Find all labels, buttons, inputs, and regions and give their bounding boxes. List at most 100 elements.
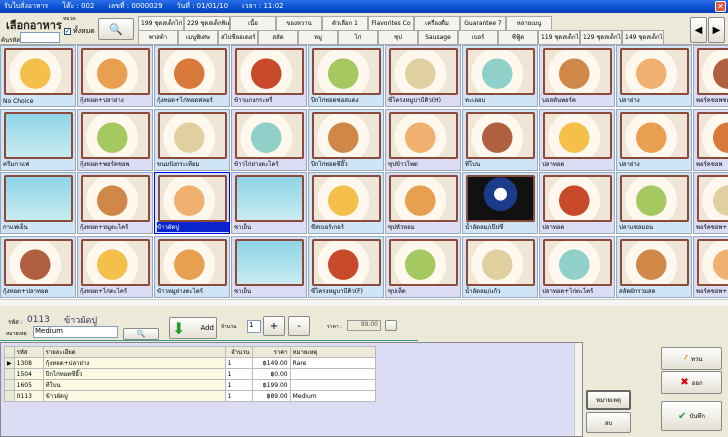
add-button[interactable]: ⬇ Add [169,317,217,339]
qty-input[interactable]: 1 [247,320,261,333]
tab-category[interactable]: Guarantee 7 [460,16,506,30]
qty-minus-button[interactable]: - [288,316,310,336]
menu-item-label: ซี่โครงหมูบาบีคิว(F) [311,287,363,295]
menu-item[interactable]: สลัดผักรวมสด [616,235,692,298]
menu-item[interactable]: ซี่โครงหมูบาบีคิว(H) [385,45,461,107]
menu-item[interactable]: ซุปข้าวโพด [385,108,461,171]
tab-category[interactable]: ของหวาน [276,16,322,30]
col-code[interactable]: รหัส [13,346,44,358]
tab-category[interactable]: สไปซี่ออเดอร์ [218,30,258,44]
price-button[interactable] [385,320,397,331]
tab-category[interactable]: เมนูพิเศษ [178,30,218,44]
menu-item[interactable]: ซุปหัวหอม [385,172,461,234]
search-button[interactable]: 🔍 [98,18,134,40]
grid-scrollbar[interactable] [0,299,728,306]
menu-item[interactable]: ข้าวแกงกระหรี่ [231,45,307,107]
menu-item[interactable]: ปลาทอด+ไก่ตะไคร้ [539,235,615,298]
tab-category[interactable]: ซุป [378,30,418,44]
menu-item[interactable]: ชาเย็น [231,235,307,298]
col-detail[interactable]: รายละเอียด [42,346,226,358]
menu-item[interactable]: ปลาแซลมอน [616,172,692,234]
menu-item[interactable]: ข้าวหมูย่างตะไคร้ [154,235,230,298]
table-row[interactable]: 1605 ทีโบน 1 ฿199.00 [4,379,376,391]
tab-category[interactable]: หมู [298,30,338,44]
menu-item[interactable]: พอร์คชอพ+ [693,172,728,234]
menu-item[interactable]: ปลาย่าง [616,45,692,107]
col-price[interactable]: ราคา [251,346,291,358]
menu-item[interactable]: กุ้งทอด+ปลาทอด [0,235,76,298]
menu-item[interactable]: พอร์คชอพซอส [693,45,728,107]
tab-category[interactable]: ตัวเลือก 1 [322,16,368,30]
note-search-button[interactable]: 🔍 [123,328,159,340]
save-button[interactable]: ✔ บันทึก [661,401,722,431]
table-row[interactable]: ▶ 1308 กุ้งทอด+ปลาย่าง 1 ฿149.00 Rare [4,357,376,369]
menu-item[interactable]: ชีสเบอร์เกอร์ [308,172,384,234]
tab-category[interactable]: 119 ชุดสเต็กไก่ [538,30,580,44]
tab-category[interactable]: สลัด [258,30,298,44]
menu-item[interactable]: ข้าวไก่ย่างตะไคร้ [231,108,307,171]
menu-item[interactable]: น้ำอัดลม/แก้ว [462,235,538,298]
row-selector[interactable]: ▶ [4,357,15,369]
food-image [312,111,381,159]
table-scrollbar[interactable] [574,343,582,436]
menu-item[interactable]: กาแฟเย็น [0,172,76,234]
menu-item[interactable]: ทีโบน [462,108,538,171]
table-row[interactable]: 0113 ข้าวผัดปู 1 ฿89.00 Medium [4,390,376,402]
row-selector[interactable] [4,379,15,391]
menu-item[interactable]: กุ้งทอด+ปลาย่าง [77,45,153,107]
tab-category[interactable]: หลายเมนู [506,16,552,30]
all-checkbox[interactable]: ✓ ทั้งหมด [64,26,95,37]
tab-category[interactable]: 129 ชุดสเต็กไก่ [580,30,622,44]
menu-item[interactable]: พอร์คชอพ+ [693,235,728,298]
menu-item[interactable]: ปีกไก่ทอดซีอิ๊ว [308,108,384,171]
menu-item[interactable]: ซุปเห็ด [385,235,461,298]
tab-category[interactable]: เบอร์ [458,30,498,44]
exit-button[interactable]: ✖ ออก [661,371,722,394]
col-qty[interactable]: จำนวน [224,346,253,358]
menu-item[interactable]: ข้าวผัดปู [154,172,230,234]
search-input[interactable] [20,32,60,43]
delete-button[interactable]: ลบ [586,412,631,433]
menu-item[interactable]: กุ้งทอด+ไก่ตะไคร้ [77,235,153,298]
menu-item-label: พอร์คชอพซอส [696,97,728,104]
menu-item[interactable]: พอร์คชอพ [693,108,728,171]
food-image [697,175,728,222]
tab-category[interactable]: เนื้อ [230,16,276,30]
table-row[interactable]: 1504 ปีกไก่ทอดซีอิ๊ว 1 ฿0.00 [4,368,376,380]
row-selector[interactable] [4,368,15,380]
review-button[interactable]: 📝 ทวน [661,347,722,370]
tab-category[interactable]: 149 ชุดสเต็กไก่ [622,30,664,44]
menu-item[interactable]: ปีกไก่ทอดซอสแดง [308,45,384,107]
close-button[interactable]: ✕ [715,1,726,12]
tab-next-button[interactable]: ▶ [708,17,725,43]
row-selector[interactable] [4,390,15,402]
tab-category[interactable]: 199 ชุดสเต็กไก่ [138,16,184,30]
tab-prev-button[interactable]: ◀ [690,17,707,43]
tab-category[interactable]: พาสต้า [138,30,178,44]
menu-item[interactable]: กุ้งทอด+หมูตะไคร้ [77,172,153,234]
col-note[interactable]: หมายเหตุ [289,346,376,358]
tab-category[interactable]: Flavorites Co [368,16,414,30]
tab-category[interactable]: ไก่ [338,30,378,44]
menu-item[interactable]: ปลาย่าง [616,108,692,171]
menu-item[interactable]: ปลาทอด [539,172,615,234]
qty-plus-button[interactable]: + [263,316,285,336]
tab-category[interactable]: ซีฟู้ด [498,30,538,44]
menu-item[interactable]: ซี่โครงหมูบาบีคิว(F) [308,235,384,298]
menu-item[interactable]: กุ้งทอด+ไก่ทอดฟลอร์ [154,45,230,107]
tab-category[interactable]: Sausage [418,30,458,44]
food-image [620,175,689,222]
note-input[interactable]: Medium [33,326,118,338]
menu-item[interactable]: No Choice [0,45,76,107]
menu-item[interactable]: ทะเลอบ [462,45,538,107]
menu-item[interactable]: บอสตันพอร์ค [539,45,615,107]
menu-item[interactable]: กุ้งทอด+พอร์คชอพ [77,108,153,171]
menu-item[interactable]: ปลาทอด [539,108,615,171]
menu-item[interactable]: น้ำอัดลม/เป๊ปซี่ [462,172,538,234]
note-button[interactable]: หมายเหตุ [586,390,631,410]
tab-category[interactable]: เครื่องดื่ม [414,16,460,30]
menu-item[interactable]: ขนมปังกระเทียม [154,108,230,171]
menu-item[interactable]: ชาเย็น [231,172,307,234]
tab-category[interactable]: 229 ชุดสเต็กพิเศษ [184,16,230,30]
menu-item[interactable]: ครีมกาแฟ [0,108,76,171]
